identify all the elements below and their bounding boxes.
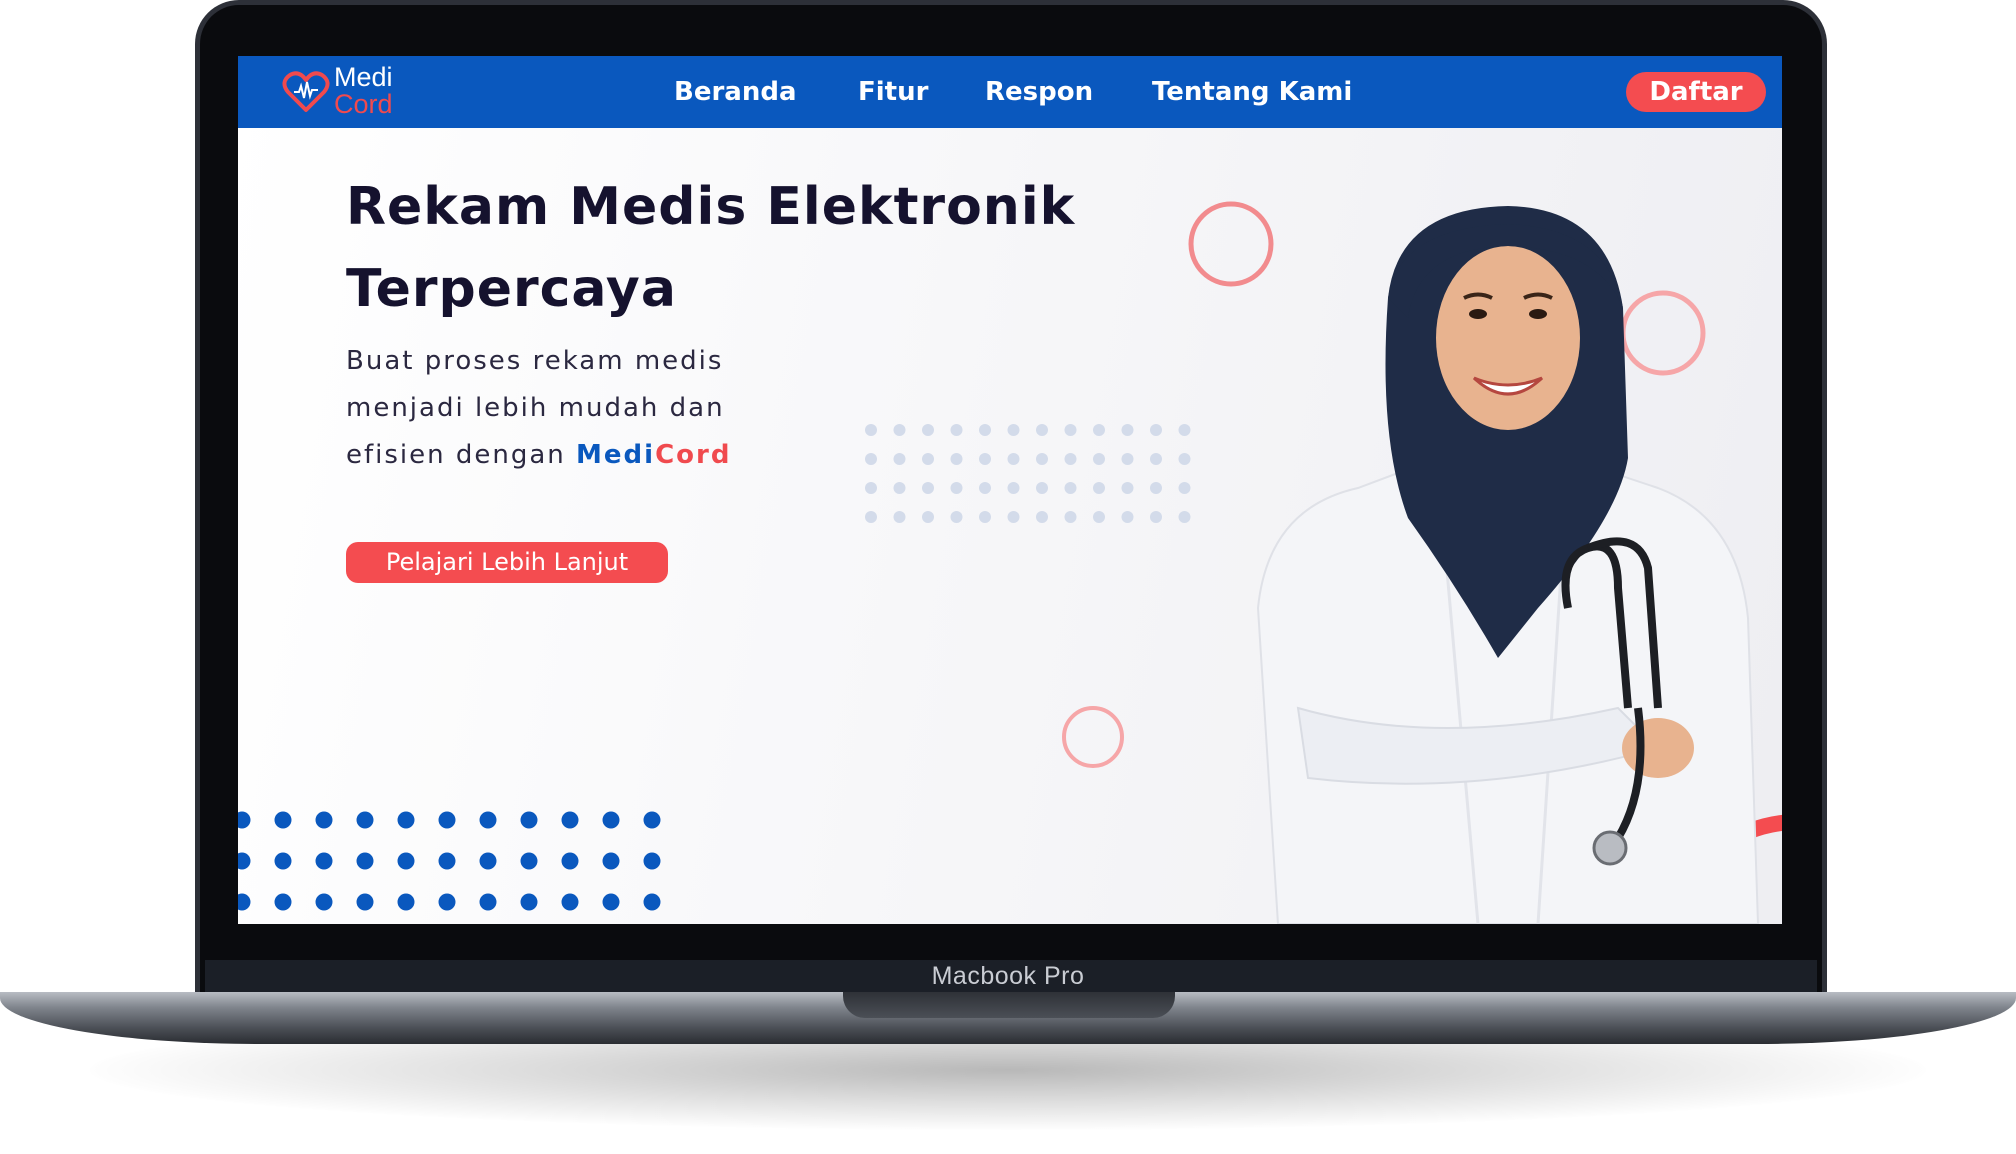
blue-dot xyxy=(602,852,620,870)
hero-brand-medi: Medi xyxy=(576,440,656,470)
blue-dot xyxy=(397,852,415,870)
blue-dot xyxy=(520,852,538,870)
blue-dot xyxy=(397,811,415,829)
blue-dot xyxy=(315,893,333,911)
hero-brand-cord: Cord xyxy=(655,440,732,470)
blue-dot xyxy=(561,893,579,911)
blue-dot xyxy=(602,811,620,829)
blue-dot xyxy=(479,811,497,829)
hero-title-line1: Rekam Medis Elektronik xyxy=(346,177,1076,237)
blue-dot xyxy=(356,811,374,829)
blue-dot xyxy=(356,852,374,870)
hero-title-line2: Terpercaya xyxy=(346,259,677,319)
blue-dot xyxy=(561,811,579,829)
blue-dot xyxy=(238,811,251,829)
blue-dot xyxy=(274,811,292,829)
blue-dot xyxy=(643,852,661,870)
learn-more-button[interactable]: Pelajari Lebih Lanjut xyxy=(346,542,668,583)
blue-dot xyxy=(479,852,497,870)
blue-dot xyxy=(315,811,333,829)
blue-dot xyxy=(520,811,538,829)
blue-dot xyxy=(238,852,251,870)
laptop-notch xyxy=(843,992,1175,1018)
hero-subtitle-line2: menjadi lebih mudah dan xyxy=(346,393,725,423)
blue-dot xyxy=(356,893,374,911)
blue-dot xyxy=(561,852,579,870)
device-label: Macbook Pro xyxy=(931,962,1085,990)
blue-dot xyxy=(520,893,538,911)
hero-subtitle-line3: efisien dengan xyxy=(346,440,577,470)
screen: Medi Cord Beranda Fitur Respon Tentang K… xyxy=(238,56,1782,924)
blue-dot xyxy=(238,893,251,911)
blue-dot xyxy=(438,852,456,870)
nav-item-tentang-kami[interactable]: Tentang Kami xyxy=(1152,75,1352,109)
daftar-button[interactable]: Daftar xyxy=(1626,72,1766,112)
blue-dot xyxy=(315,852,333,870)
blue-dot xyxy=(602,893,620,911)
nav-item-beranda[interactable]: Beranda xyxy=(674,75,796,109)
blue-dot xyxy=(643,893,661,911)
navbar: Medi Cord Beranda Fitur Respon Tentang K… xyxy=(238,56,1782,128)
doctor-image xyxy=(1256,206,1760,924)
hero-subtitle-line1: Buat proses rekam medis xyxy=(346,346,724,376)
hero-title: Rekam Medis Elektronik Terpercaya xyxy=(346,166,1166,330)
nav-links: Beranda Fitur Respon Tentang Kami xyxy=(238,56,1782,128)
blue-dot xyxy=(438,893,456,911)
hero-subtitle: Buat proses rekam medis menjadi lebih mu… xyxy=(346,338,806,479)
blue-dot xyxy=(643,811,661,829)
blue-dot xyxy=(274,852,292,870)
blue-dot xyxy=(438,811,456,829)
blue-dot xyxy=(479,893,497,911)
nav-item-respon[interactable]: Respon xyxy=(985,75,1093,109)
blue-dot xyxy=(274,893,292,911)
nav-item-fitur[interactable]: Fitur xyxy=(858,75,928,109)
blue-dot xyxy=(397,893,415,911)
